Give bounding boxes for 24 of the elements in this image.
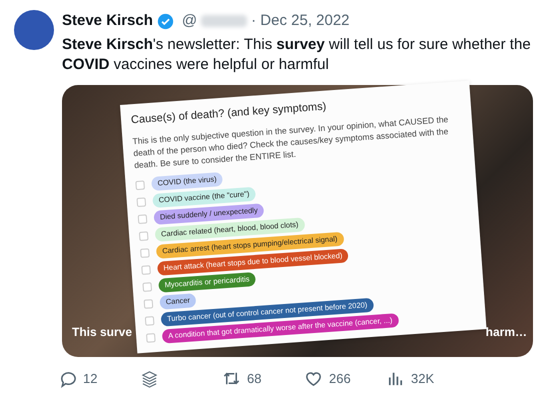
checkbox[interactable] <box>140 247 150 257</box>
video-caption: This surve <box>72 324 132 340</box>
survey-question: Cause(s) of death? (and key symptoms) <box>130 99 328 126</box>
checkbox[interactable] <box>136 196 146 206</box>
checkbox[interactable] <box>144 298 154 308</box>
checkbox[interactable] <box>135 180 145 190</box>
action-count[interactable]: 12 <box>83 368 98 388</box>
action-count[interactable]: 266 <box>329 368 351 388</box>
layers-icon[interactable] <box>140 368 159 388</box>
redacted-handle <box>201 15 248 28</box>
checkbox[interactable] <box>141 264 151 274</box>
checkbox[interactable] <box>142 281 152 291</box>
checkbox[interactable] <box>144 315 154 325</box>
author-name[interactable]: Steve Kirsch <box>62 10 153 32</box>
action-count[interactable]: 32K <box>411 368 434 388</box>
checkbox[interactable] <box>138 230 148 240</box>
checkbox[interactable] <box>138 213 148 223</box>
author-handle[interactable]: @ <box>182 10 198 32</box>
video-caption: harm… <box>486 324 527 340</box>
checkbox[interactable] <box>146 332 156 342</box>
post-date[interactable]: · Dec 25, 2022 <box>251 10 350 32</box>
action-count[interactable]: 68 <box>247 368 262 388</box>
avatar-placeholder[interactable] <box>14 10 54 50</box>
tweet-text: Steve Kirsch's newsletter: This survey will tell us for sure whether the COVID vaccines were helpful or harmful <box>62 34 532 74</box>
